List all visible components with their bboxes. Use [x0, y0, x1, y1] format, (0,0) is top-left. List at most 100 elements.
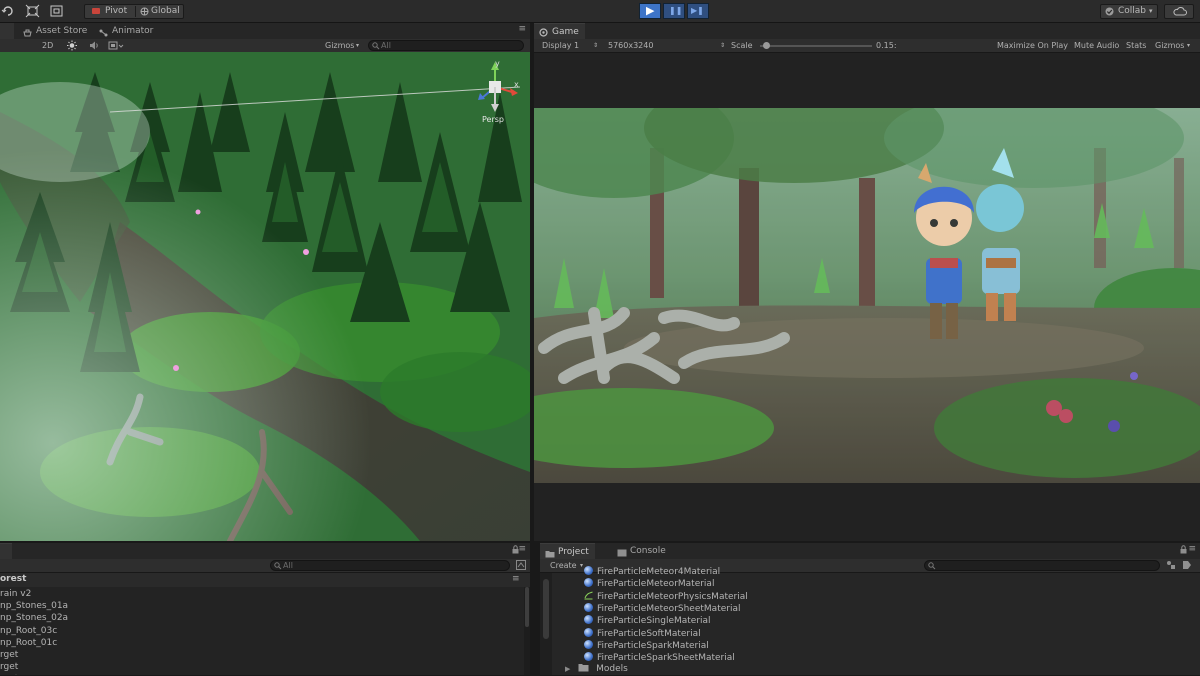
display-dropdown[interactable]: Display 1	[542, 39, 579, 52]
lock-icon[interactable]	[1180, 545, 1187, 557]
persp-label[interactable]: Persp	[482, 115, 504, 124]
hierarchy-item[interactable]: rget	[0, 649, 18, 661]
scale-label: Scale	[731, 41, 753, 50]
cloud-button[interactable]	[1164, 4, 1194, 19]
panel-menu-icon[interactable]: ≡	[518, 24, 526, 34]
stats-toggle[interactable]: Stats	[1126, 39, 1146, 52]
rotate-tool-icon[interactable]	[0, 4, 17, 18]
scale-slider-track[interactable]	[760, 42, 872, 49]
asset-label: FireParticleSoftMaterial	[597, 628, 701, 639]
hierarchy-list: rain v2 np_Stones_01a np_Stones_02a np_Root…	[0, 588, 524, 675]
scene-viewport[interactable]: y x Persp	[0, 52, 530, 541]
resolution-dropdown[interactable]: 5760x3240	[608, 39, 653, 52]
hierarchy-search-bar: All	[0, 559, 530, 573]
filter-by-type-icon[interactable]	[1166, 560, 1176, 573]
asset-label: FireParticleSparkMaterial	[597, 640, 709, 651]
asset-label: FireParticleMeteorPhysicsMaterial	[597, 591, 748, 602]
gizmos-dropdown[interactable]: Gizmos	[325, 39, 354, 52]
hierarchy-item[interactable]: np_Root_03c	[0, 625, 57, 637]
folder-row-models[interactable]: ▶ Models	[565, 663, 628, 675]
hierarchy-item[interactable]: rain v2	[0, 588, 31, 600]
pause-icon: ❚❚	[669, 6, 683, 15]
scene-header-row[interactable]: orest ≡	[0, 573, 530, 587]
tab-project[interactable]: Project	[540, 543, 595, 559]
global-button[interactable]: Global	[151, 5, 180, 18]
material-sphere-icon	[584, 578, 593, 588]
chevron-updown-icon: ⇕	[593, 42, 599, 49]
project-asset-row[interactable]: FireParticleMeteorSheetMaterial	[584, 602, 740, 615]
pivot-button[interactable]: Pivot	[105, 5, 127, 18]
global-icon	[140, 7, 149, 19]
material-sphere-icon	[584, 627, 593, 637]
tab-console[interactable]: Console	[612, 543, 672, 559]
scene-view-icon[interactable]	[516, 560, 526, 573]
material-sphere-icon	[584, 602, 593, 612]
project-asset-row[interactable]: FireParticleMeteorMaterial	[584, 578, 714, 590]
gizmos-dropdown[interactable]: Gizmos	[1155, 39, 1184, 52]
asset-label: FireParticleSparkSheetMaterial	[597, 653, 735, 664]
tab-scene[interactable]	[0, 23, 14, 39]
rect-tool-icon[interactable]	[48, 4, 65, 18]
step-button[interactable]: ▶❚	[687, 3, 709, 19]
cloud-icon	[1173, 6, 1187, 20]
tab-game[interactable]: Game	[534, 23, 585, 39]
search-placeholder: All	[283, 561, 293, 570]
project-asset-row[interactable]: FireParticleMeteorPhysicsMaterial	[584, 591, 748, 603]
hierarchy-scrollbar[interactable]	[524, 587, 530, 675]
pivot-global-group: Pivot Global	[84, 4, 184, 19]
scene-tabbar: Asset Store Animator ≡	[0, 23, 530, 40]
divider	[135, 6, 136, 17]
hierarchy-item[interactable]: rget	[0, 661, 18, 673]
maximize-on-play-toggle[interactable]: Maximize On Play	[997, 39, 1068, 52]
create-dropdown[interactable]: Create	[550, 559, 577, 572]
hierarchy-item[interactable]: np_Stones_02a	[0, 612, 68, 624]
chevron-right-icon: ▶	[565, 665, 571, 673]
project-asset-row[interactable]: FireParticleSparkMaterial	[584, 639, 709, 652]
project-search-input[interactable]	[924, 560, 1160, 571]
hierarchy-tabbar: ≡	[0, 543, 530, 560]
panel-menu-icon[interactable]: ≡	[518, 544, 526, 554]
chevron-down-icon: ▾	[356, 42, 360, 49]
game-viewport[interactable]	[534, 108, 1200, 483]
scrollbar-thumb[interactable]	[543, 579, 549, 639]
hierarchy-item[interactable]: np_Stones_01a	[0, 600, 68, 612]
mute-audio-toggle[interactable]: Mute Audio	[1074, 39, 1119, 52]
chevron-down-icon: ▾	[580, 562, 584, 569]
scene-menu-icon[interactable]: ≡	[512, 574, 520, 584]
tab-project-label: Project	[558, 547, 589, 557]
asset-label: FireParticleMeteor4Material	[597, 567, 721, 577]
scene-search-input[interactable]: All	[368, 40, 524, 51]
checkmark-icon	[1105, 7, 1114, 19]
game-panel: Game Display 1 ⇕ 5760x3240 ⇕ Scale 0.15:…	[534, 23, 1200, 541]
tab-asset-store[interactable]: Asset Store	[18, 23, 93, 39]
folder-icon	[578, 663, 589, 676]
scale-tool-icon[interactable]	[24, 4, 41, 18]
tab-animator[interactable]: Animator	[94, 23, 159, 39]
tab-hierarchy[interactable]	[0, 543, 12, 559]
play-button[interactable]: ▶	[639, 3, 661, 19]
project-folder-scrollbar[interactable]	[540, 573, 552, 675]
material-sphere-icon	[584, 652, 593, 662]
search-icon	[274, 562, 282, 573]
step-icon: ▶❚	[691, 6, 704, 15]
game-control-bar: Display 1 ⇕ 5760x3240 ⇕ Scale 0.15: Maxi…	[534, 39, 1200, 53]
collab-button[interactable]: Collab ▾	[1100, 4, 1158, 19]
scrollbar-thumb[interactable]	[525, 587, 529, 627]
pivot-icon	[92, 8, 100, 14]
scale-slider-thumb[interactable]	[763, 42, 770, 49]
project-asset-row[interactable]: FireParticleSoftMaterial	[584, 627, 701, 640]
panel-menu-icon[interactable]: ≡	[1188, 544, 1196, 554]
mode-2d-toggle[interactable]: 2D	[42, 39, 53, 52]
filter-by-label-icon[interactable]	[1182, 560, 1192, 573]
hierarchy-search-input[interactable]: All	[270, 560, 510, 571]
hierarchy-item[interactable]: np_Root_01c	[0, 637, 57, 649]
project-tabbar: Project Console ≡	[540, 543, 1200, 560]
folder-label: Models	[596, 664, 628, 674]
orientation-gizmo[interactable]: y x	[470, 59, 520, 112]
asset-label: FireParticleMeteorMaterial	[597, 579, 715, 590]
pause-button[interactable]: ❚❚	[663, 3, 685, 19]
project-asset-row[interactable]: FireParticleSingleMaterial	[584, 615, 711, 627]
scene-panel: Asset Store Animator ≡ 2D Gizmos ▾ All y…	[0, 23, 530, 541]
game-scene-illustration	[534, 108, 1200, 483]
project-asset-row[interactable]: FireParticleMeteor4Material	[584, 566, 720, 578]
